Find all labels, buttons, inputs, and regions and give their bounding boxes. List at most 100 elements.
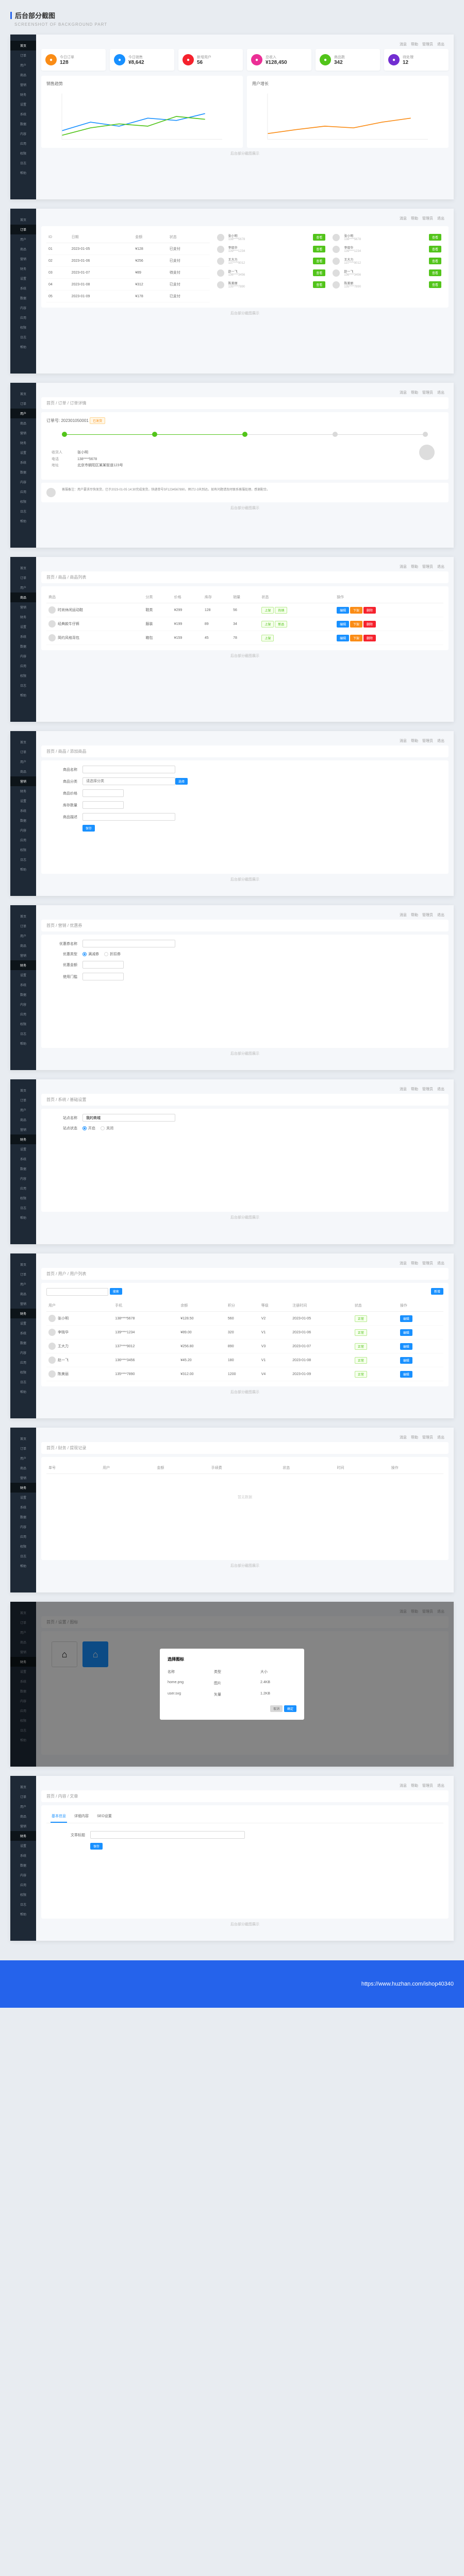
sidebar-item[interactable]: 权限 bbox=[10, 1193, 36, 1203]
sidebar-item[interactable]: 营销 bbox=[10, 776, 36, 786]
sidebar-item[interactable]: 营销 bbox=[10, 80, 36, 90]
topbar-item[interactable]: 帮助 bbox=[411, 1435, 418, 1440]
edit-button[interactable]: 编辑 bbox=[400, 1343, 412, 1350]
sidebar-item[interactable]: 内容 bbox=[10, 1348, 36, 1358]
topbar-item[interactable]: 消息 bbox=[400, 564, 407, 569]
desc-input[interactable] bbox=[82, 813, 175, 821]
modal-cancel[interactable]: 取消 bbox=[270, 1705, 283, 1712]
search-button[interactable]: 搜索 bbox=[110, 1288, 122, 1295]
sidebar-item[interactable]: 财务 bbox=[10, 264, 36, 274]
topbar-item[interactable]: 消息 bbox=[400, 42, 407, 47]
sidebar-item[interactable]: 日志 bbox=[10, 158, 36, 168]
type-radio-1[interactable]: 满减券 bbox=[82, 952, 99, 957]
table-row[interactable]: 042023-01-08¥312已支付 bbox=[46, 279, 210, 291]
sidebar-item[interactable]: 日志 bbox=[10, 1029, 36, 1039]
sidebar-item[interactable]: 系统 bbox=[10, 632, 36, 641]
sidebar-item[interactable]: 权限 bbox=[10, 671, 36, 681]
topbar-item[interactable]: 退出 bbox=[437, 1261, 444, 1266]
topbar-item[interactable]: 管理员 bbox=[422, 1783, 433, 1788]
topbar-item[interactable]: 帮助 bbox=[411, 564, 418, 569]
status-off[interactable]: 关闭 bbox=[101, 1126, 113, 1131]
sidebar-item[interactable]: 数据 bbox=[10, 119, 36, 129]
topbar-item[interactable]: 退出 bbox=[437, 564, 444, 569]
topbar-item[interactable]: 退出 bbox=[437, 1435, 444, 1440]
sidebar-item[interactable]: 帮助 bbox=[10, 1561, 36, 1571]
sidebar-item[interactable]: 系统 bbox=[10, 283, 36, 293]
sidebar-item[interactable]: 系统 bbox=[10, 806, 36, 816]
topbar-item[interactable]: 消息 bbox=[400, 1261, 407, 1266]
sidebar-item[interactable]: 首页 bbox=[10, 563, 36, 573]
sidebar-item[interactable]: 日志 bbox=[10, 1900, 36, 1909]
sidebar-item[interactable]: 订单 bbox=[10, 747, 36, 757]
tab[interactable]: SEO设置 bbox=[96, 1810, 113, 1823]
sidebar-item[interactable]: 应用 bbox=[10, 1532, 36, 1541]
view-button[interactable]: 查看 bbox=[429, 269, 441, 276]
sidebar-item[interactable]: 首页 bbox=[10, 1782, 36, 1792]
sidebar-item[interactable]: 财务 bbox=[10, 1831, 36, 1841]
sidebar-item[interactable]: 数据 bbox=[10, 1338, 36, 1348]
search-input[interactable] bbox=[46, 1288, 108, 1296]
sidebar-item[interactable]: 系统 bbox=[10, 1851, 36, 1860]
view-button[interactable]: 查看 bbox=[429, 234, 441, 241]
sidebar-item[interactable]: 商品 bbox=[10, 1289, 36, 1299]
sidebar-item[interactable]: 内容 bbox=[10, 129, 36, 139]
sidebar-item[interactable]: 帮助 bbox=[10, 1039, 36, 1048]
sidebar-item[interactable]: 内容 bbox=[10, 651, 36, 661]
sidebar-item[interactable]: 日志 bbox=[10, 1203, 36, 1213]
view-button[interactable]: 查看 bbox=[313, 269, 325, 276]
sidebar-item[interactable]: 首页 bbox=[10, 1260, 36, 1269]
sidebar-item[interactable]: 首页 bbox=[10, 215, 36, 225]
sidebar-item[interactable]: 营销 bbox=[10, 602, 36, 612]
product-cat-input[interactable] bbox=[82, 777, 175, 785]
edit-button[interactable]: 编辑 bbox=[400, 1315, 412, 1322]
sidebar-item[interactable]: 首页 bbox=[10, 1086, 36, 1095]
topbar-item[interactable]: 管理员 bbox=[422, 390, 433, 395]
sidebar-item[interactable]: 设置 bbox=[10, 448, 36, 457]
table-row[interactable]: 052023-01-09¥178已支付 bbox=[46, 291, 210, 302]
sidebar-item[interactable]: 帮助 bbox=[10, 690, 36, 700]
sidebar-item[interactable]: 内容 bbox=[10, 303, 36, 313]
sidebar-item[interactable]: 订单 bbox=[10, 1444, 36, 1453]
sidebar-item[interactable]: 设置 bbox=[10, 274, 36, 283]
sidebar-item[interactable]: 帮助 bbox=[10, 342, 36, 352]
save-button[interactable]: 保存 bbox=[90, 1843, 103, 1850]
action-button[interactable]: 删除 bbox=[363, 621, 376, 628]
sidebar-item[interactable]: 数据 bbox=[10, 1164, 36, 1174]
sidebar-item[interactable]: 应用 bbox=[10, 835, 36, 845]
topbar-item[interactable]: 管理员 bbox=[422, 738, 433, 743]
sidebar-item[interactable]: 应用 bbox=[10, 487, 36, 497]
user-row[interactable]: 李晓华139****1234查看 bbox=[215, 243, 328, 255]
sidebar-item[interactable]: 商品 bbox=[10, 244, 36, 254]
user-row[interactable]: 陈美丽135****7890查看 bbox=[330, 279, 443, 291]
user-row[interactable]: 赵一飞136****3456查看 bbox=[330, 267, 443, 279]
sidebar-item[interactable]: 用户 bbox=[10, 1279, 36, 1289]
sidebar-item[interactable]: 财务 bbox=[10, 1483, 36, 1493]
sidebar-item[interactable]: 权限 bbox=[10, 1019, 36, 1029]
action-button[interactable]: 编辑 bbox=[337, 621, 349, 628]
sidebar-item[interactable]: 帮助 bbox=[10, 1387, 36, 1397]
sidebar-item[interactable]: 订单 bbox=[10, 573, 36, 583]
sidebar-item[interactable]: 营销 bbox=[10, 1299, 36, 1309]
topbar-item[interactable]: 管理员 bbox=[422, 564, 433, 569]
sidebar-item[interactable]: 商品 bbox=[10, 70, 36, 80]
stock-input[interactable] bbox=[82, 801, 124, 809]
action-button[interactable]: 下架 bbox=[350, 635, 362, 641]
table-row[interactable]: 赵一飞136****3456¥45.20180V12023-01-08正常编辑 bbox=[46, 1353, 443, 1367]
action-button[interactable]: 编辑 bbox=[337, 635, 349, 641]
user-row[interactable]: 张小明138****5678查看 bbox=[330, 231, 443, 243]
sidebar-item[interactable]: 订单 bbox=[10, 1792, 36, 1802]
sidebar-item[interactable]: 商品 bbox=[10, 592, 36, 602]
sidebar-item[interactable]: 首页 bbox=[10, 1434, 36, 1444]
sidebar-item[interactable]: 首页 bbox=[10, 737, 36, 747]
sidebar-item[interactable]: 日志 bbox=[10, 332, 36, 342]
sidebar-item[interactable]: 营销 bbox=[10, 1125, 36, 1134]
topbar-item[interactable]: 退出 bbox=[437, 912, 444, 918]
sidebar-item[interactable]: 应用 bbox=[10, 1183, 36, 1193]
sidebar-item[interactable]: 商品 bbox=[10, 1115, 36, 1125]
sidebar-item[interactable]: 系统 bbox=[10, 1154, 36, 1164]
sidebar-item[interactable]: 权限 bbox=[10, 1541, 36, 1551]
topbar-item[interactable]: 帮助 bbox=[411, 912, 418, 918]
sidebar-item[interactable]: 应用 bbox=[10, 661, 36, 671]
sidebar-item[interactable]: 权限 bbox=[10, 1367, 36, 1377]
sidebar-item[interactable]: 用户 bbox=[10, 409, 36, 418]
